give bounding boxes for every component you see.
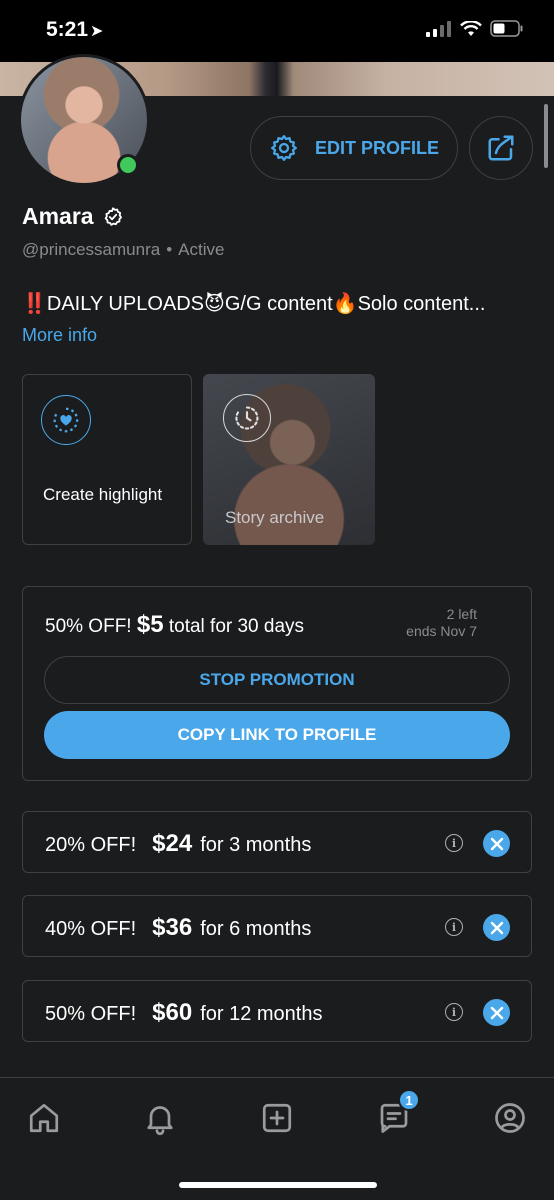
- bell-icon: [147, 1106, 173, 1136]
- status-time: 5:21 ➤: [46, 18, 103, 42]
- profile-name: Amara: [22, 203, 124, 230]
- status-bar: 5:21 ➤: [0, 0, 554, 62]
- create-highlight-label: Create highlight: [43, 485, 163, 504]
- info-icon[interactable]: i: [445, 918, 463, 936]
- tab-notifications[interactable]: [140, 1098, 180, 1138]
- profile-bio: ‼️DAILY UPLOADS😈G/G content🔥Solo content…: [22, 293, 486, 315]
- bundle-duration: for 6 months: [200, 918, 312, 940]
- tab-home[interactable]: [24, 1098, 64, 1138]
- tab-profile[interactable]: [490, 1098, 530, 1138]
- home-indicator: [179, 1182, 377, 1188]
- separator-dot: •: [166, 240, 173, 259]
- bundle-discount: 50% OFF!: [45, 1003, 137, 1025]
- profile-handle-row: @princessamunra • Active: [22, 240, 224, 260]
- promotion-title: 50% OFF! $5 total for 30 days: [45, 611, 304, 639]
- close-icon: [490, 837, 503, 850]
- promotion-price: $5: [136, 611, 164, 638]
- story-archive-icon: [223, 394, 271, 442]
- bundle-row: 50% OFF! $60 for 12 months i: [22, 980, 532, 1042]
- cellular-signal-icon: [426, 20, 451, 37]
- close-icon: [490, 1006, 503, 1019]
- promotion-terms: total for 30 days: [168, 616, 305, 637]
- bundle-discount: 20% OFF!: [45, 834, 137, 856]
- info-icon[interactable]: i: [445, 834, 463, 852]
- wifi-icon: [460, 20, 482, 36]
- remove-bundle-button[interactable]: [483, 830, 510, 857]
- story-archive-label: Story archive: [225, 508, 325, 527]
- online-indicator: [117, 154, 139, 176]
- status-icons: [426, 20, 524, 37]
- edit-profile-button[interactable]: EDIT PROFILE: [250, 116, 458, 180]
- share-button[interactable]: [469, 116, 533, 180]
- story-archive-card[interactable]: Story archive: [203, 374, 375, 545]
- active-promotion-card: 50% OFF! $5 total for 30 days 2 left end…: [22, 586, 532, 781]
- verified-icon: [104, 206, 122, 226]
- edit-profile-label: EDIT PROFILE: [314, 137, 439, 158]
- promotion-discount: 50% OFF!: [45, 616, 132, 637]
- info-icon[interactable]: i: [445, 1003, 463, 1021]
- remove-bundle-button[interactable]: [483, 999, 510, 1026]
- location-arrow-icon: ➤: [90, 23, 104, 40]
- profile-status: Active: [178, 240, 225, 259]
- tab-new-post[interactable]: [257, 1098, 297, 1138]
- gear-icon: [270, 135, 297, 161]
- promotion-left: 2 left: [446, 606, 477, 622]
- home-icon: [29, 1103, 59, 1133]
- clock-text: 5:21: [46, 18, 89, 41]
- create-highlight-card[interactable]: Create highlight: [22, 374, 192, 545]
- remove-bundle-button[interactable]: [483, 914, 510, 941]
- stop-promotion-button[interactable]: STOP PROMOTION: [44, 656, 510, 704]
- bundle-duration: for 3 months: [200, 834, 312, 856]
- bundle-row: 20% OFF! $24 for 3 months i: [22, 811, 532, 873]
- bundle-discount: 40% OFF!: [45, 918, 137, 940]
- battery-icon: [490, 20, 523, 37]
- more-info-link[interactable]: More info: [22, 325, 97, 346]
- close-icon: [490, 921, 503, 934]
- bundle-price: $36: [152, 914, 193, 941]
- profile-icon: [495, 1103, 525, 1133]
- scrollbar[interactable]: [544, 104, 548, 168]
- bundle-price: $24: [152, 830, 193, 857]
- bundle-text: 50% OFF! $60 for 12 months: [45, 999, 322, 1027]
- bundle-text: 20% OFF! $24 for 3 months: [45, 830, 311, 858]
- add-post-icon: [262, 1103, 292, 1133]
- bundle-row: 40% OFF! $36 for 6 months i: [22, 895, 532, 957]
- profile-handle: @princessamunra: [22, 240, 161, 259]
- promotion-meta: 2 left ends Nov 7: [406, 606, 477, 640]
- profile-name-text: Amara: [22, 203, 94, 229]
- promotion-ends: ends Nov 7: [406, 623, 477, 639]
- bundle-duration: for 12 months: [200, 1003, 323, 1025]
- copy-link-button[interactable]: COPY LINK TO PROFILE: [44, 711, 510, 759]
- bundle-text: 40% OFF! $36 for 6 months: [45, 914, 311, 942]
- bundle-price: $60: [152, 999, 193, 1026]
- share-icon: [488, 135, 514, 161]
- messages-badge: 1: [398, 1089, 420, 1111]
- clock-icon: [235, 406, 259, 430]
- create-highlight-icon: [41, 395, 91, 445]
- heart-clock-icon: [53, 407, 79, 433]
